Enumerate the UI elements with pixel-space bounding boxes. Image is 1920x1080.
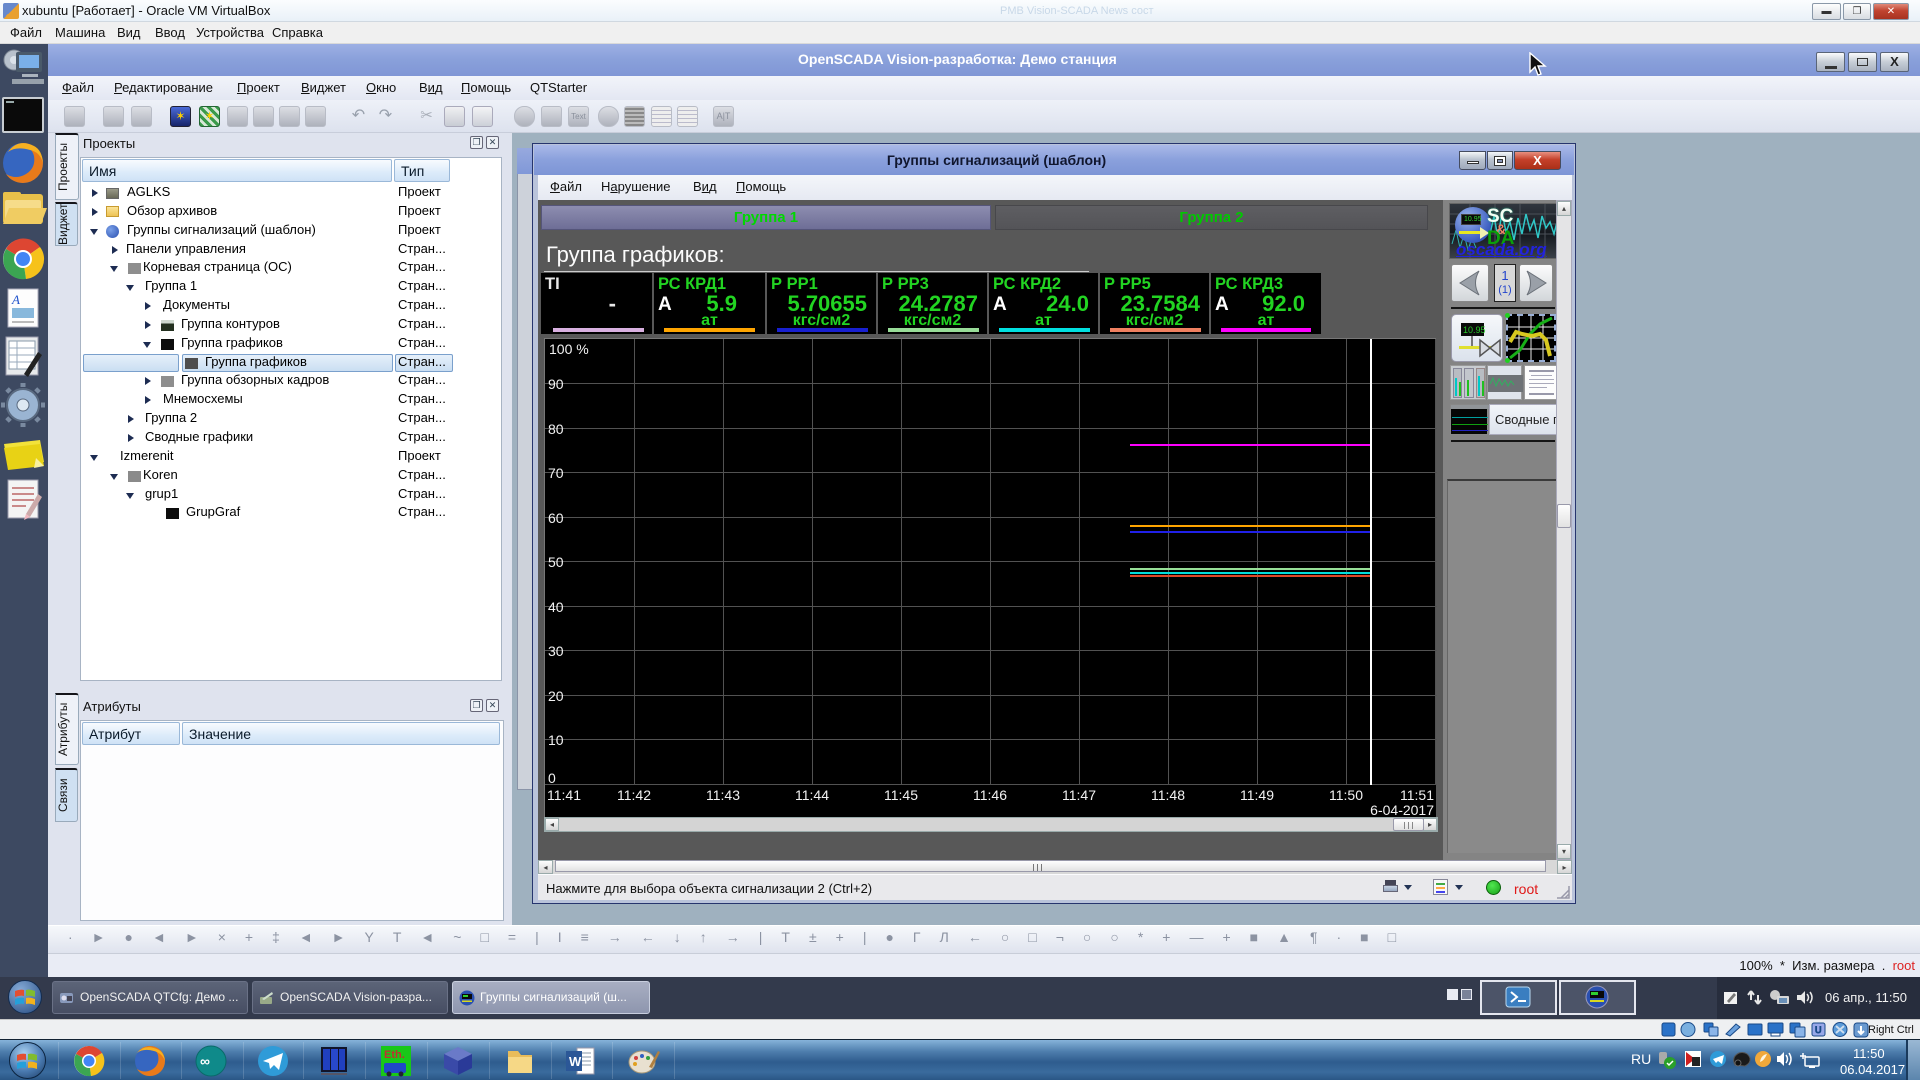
svg-text:U: U <box>1815 1025 1822 1035</box>
svg-text:W: W <box>569 1054 582 1069</box>
svg-text:∞: ∞ <box>200 1053 210 1069</box>
svg-text:A: A <box>11 292 20 307</box>
svg-text:Eth.: Eth. <box>384 1049 405 1061</box>
